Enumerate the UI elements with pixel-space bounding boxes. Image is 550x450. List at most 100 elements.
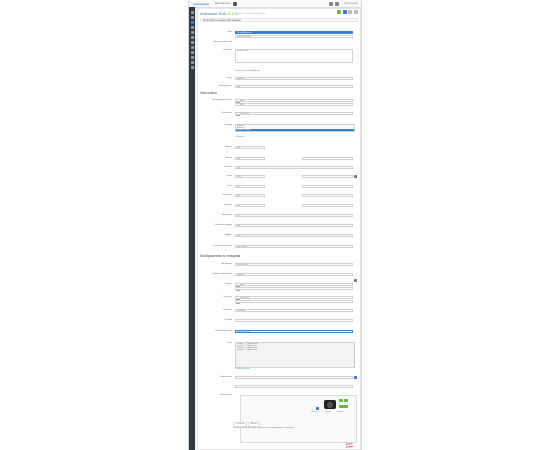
more-links[interactable]: Ещё ссылки — [345, 2, 358, 5]
content-page: Iridescent Roll v1.0.0 Каталог / Товары … — [197, 8, 361, 450]
random-select[interactable]: Нет — [235, 224, 353, 228]
file-input[interactable]: Выберите файл — [235, 330, 353, 334]
section-settings: Настройки — [200, 91, 217, 95]
image-left-button[interactable] — [316, 407, 319, 410]
image-cover-button[interactable] — [339, 405, 348, 408]
language-option[interactable]: English (English) — [235, 34, 353, 38]
help-button[interactable] — [354, 10, 358, 14]
img-alt-label: Альтернативный текст — [212, 99, 232, 101]
thumbs-select[interactable]: small_default — [235, 263, 353, 267]
caption-input[interactable]: Подпись — [235, 273, 353, 277]
img-size-select[interactable]: large_default — [235, 245, 353, 249]
info-link[interactable]: Дополнительная информация — [235, 70, 260, 72]
store-link[interactable]: Мой магазин — [215, 2, 230, 5]
modules-icon[interactable] — [190, 41, 194, 44]
image-edit-button[interactable] — [339, 399, 343, 402]
stats-icon[interactable] — [190, 36, 194, 39]
link-input[interactable]: http:// — [235, 283, 353, 287]
manufacturer-label: Производитель — [218, 85, 232, 87]
pause-input-2[interactable] — [302, 175, 353, 179]
show-input[interactable]: Показывать — [235, 112, 353, 116]
speed-row: Скорость 500 — [198, 166, 360, 172]
settings-icon[interactable] — [190, 66, 194, 69]
dashboard-icon[interactable] — [190, 11, 194, 14]
loop-input[interactable]: Да — [235, 185, 265, 189]
width-label: Ширина — [225, 146, 232, 148]
brand-logo[interactable]: prestashop — [193, 2, 209, 6]
target-label: Открыть в — [223, 296, 232, 298]
images-select[interactable] — [235, 376, 353, 380]
list-item-active[interactable]: Вариант активен — [236, 129, 354, 131]
title-input[interactable]: Заголовок — [235, 309, 353, 313]
effect-select[interactable]: slide — [235, 234, 353, 238]
customers-icon[interactable] — [190, 26, 194, 29]
language-option-row: English (English) — [198, 34, 360, 41]
width-input[interactable]: 300 — [235, 146, 265, 150]
target-input[interactable]: Новом окне — [235, 296, 353, 300]
speed-select[interactable]: 500 — [235, 166, 353, 170]
img-alt-row-2: Rolls — [198, 103, 360, 109]
back-button[interactable] — [348, 10, 353, 14]
status-select[interactable]: Включено — [235, 77, 353, 81]
save-button[interactable] — [337, 10, 342, 14]
target-input-2[interactable] — [235, 300, 353, 304]
thumbs-row: Миниатюры small_default — [198, 263, 360, 269]
tab-main[interactable]: Основное — [233, 421, 248, 427]
height-input[interactable]: 200 — [235, 157, 265, 161]
admin-topbar: prestashop Мой магазин Ещё ссылки — [189, 0, 361, 8]
text-area[interactable]: Строка 1 — Подробности Строка 2 — Подроб… — [235, 342, 355, 368]
status-row: Статус Включено — [198, 77, 360, 83]
pager-input[interactable]: Нет — [235, 204, 265, 208]
pause-add-button[interactable] — [354, 175, 357, 178]
more-link[interactable]: Показать больше — [235, 368, 250, 370]
img-size-label: Размер изображения — [213, 245, 232, 247]
height-input-2[interactable] — [302, 157, 353, 161]
payment-icon[interactable] — [190, 56, 194, 59]
position-row: Позиция 1 — [198, 319, 360, 325]
orders-icon[interactable] — [190, 16, 194, 19]
loop-input-2[interactable] — [302, 185, 353, 189]
user-icon[interactable] — [335, 1, 339, 6]
img-alt-input-2[interactable]: Rolls — [235, 103, 353, 107]
quick-access-icon[interactable] — [233, 1, 237, 6]
options-listbox[interactable]: Вариант 1 Вариант 2 Вариант активен — [235, 124, 355, 132]
random-label: Случайный порядок — [214, 224, 232, 226]
design-icon[interactable] — [190, 46, 194, 49]
height-label: Высота — [225, 157, 233, 159]
messages-icon[interactable] — [190, 31, 194, 34]
shipping-icon[interactable] — [190, 51, 194, 54]
image-label: Изображения — [220, 394, 232, 396]
img-alt-input[interactable]: Rolls — [235, 99, 353, 103]
link-row-2 — [198, 287, 360, 293]
camera-image[interactable] — [324, 400, 336, 409]
nav-input-2[interactable] — [302, 194, 353, 198]
position-input[interactable]: 1 — [235, 319, 353, 323]
add-link[interactable]: + Добавить — [235, 136, 245, 138]
catalog-icon[interactable] — [190, 21, 194, 24]
extra-select[interactable] — [235, 385, 353, 389]
preview-button[interactable] — [342, 10, 347, 14]
page-title: Iridescent Roll v1.0.0 — [200, 11, 238, 16]
pause-label: Пауза — [226, 175, 232, 177]
link-input-2[interactable] — [235, 287, 353, 291]
description-textarea[interactable]: Подробности — [235, 49, 353, 63]
manufacturer-select[interactable]: Нет — [235, 85, 353, 89]
link-label: Ссылка — [225, 283, 232, 285]
images-add-button[interactable] — [354, 376, 357, 379]
extra-row — [198, 385, 360, 391]
image-delete-button[interactable] — [344, 399, 348, 402]
tab-details[interactable]: Детали — [247, 421, 260, 427]
panel-header: Подготовительный ■ Мой магазин — [200, 18, 358, 22]
international-icon[interactable] — [190, 61, 194, 64]
nav-input[interactable]: Да — [235, 194, 265, 198]
pause-input[interactable]: 3000 — [235, 175, 265, 179]
breadcrumb: Каталог / Товары / Изменить — [236, 12, 265, 15]
height-row: Высота 200 — [198, 157, 360, 163]
caption-add-button[interactable] — [354, 279, 357, 282]
pager-input-2[interactable] — [302, 204, 353, 208]
auto-select[interactable]: Да — [235, 214, 353, 218]
notifications-icon[interactable] — [329, 1, 333, 6]
width-row: Ширина 300 — [198, 146, 360, 152]
nav-row: Навигация Да — [198, 194, 360, 200]
target-row-2 — [198, 300, 360, 306]
